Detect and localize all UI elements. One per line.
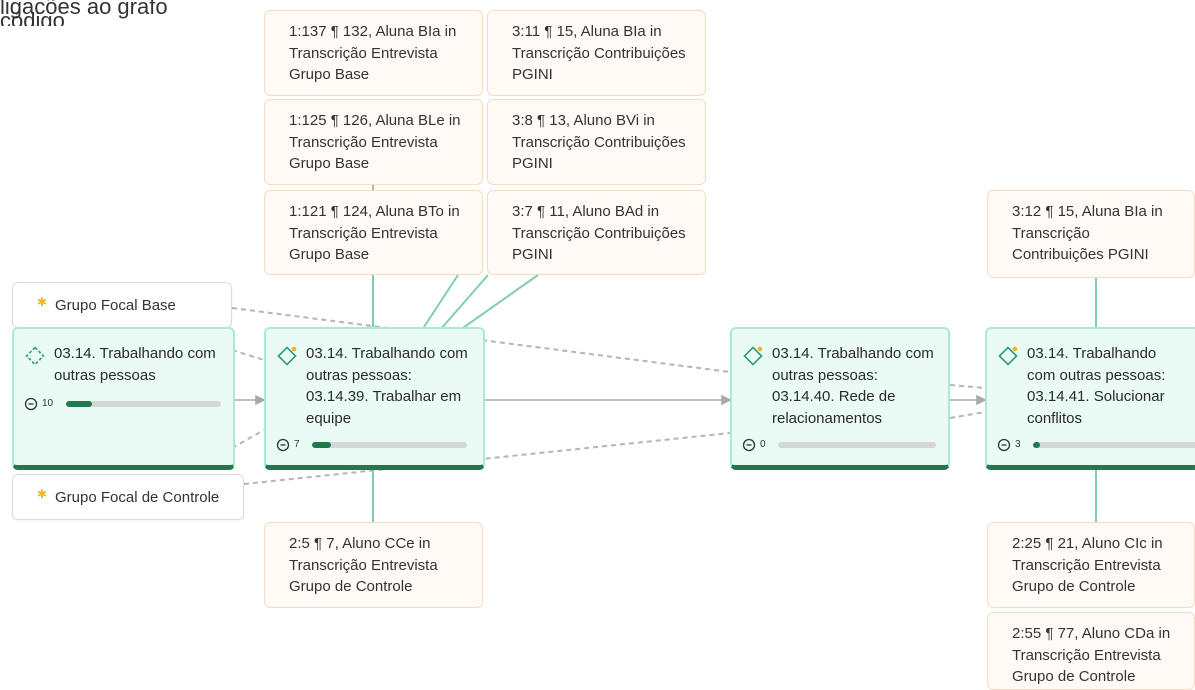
code-title: 03.14. Trabalhando com outras pessoas: 0… xyxy=(772,345,934,427)
quotation-node[interactable]: 1:125 ¶ 126, Aluna BLe in Transcrição En… xyxy=(264,99,483,185)
code-title: 03.14. Trabalhando com outras pessoas: 0… xyxy=(306,345,468,427)
quotation-node[interactable]: 2:5 ¶ 7, Aluno CCe in Transcrição Entrev… xyxy=(264,522,483,608)
star-icon: ✱ xyxy=(37,295,48,309)
code-node-solucionar-conflitos[interactable]: 03.14. Trabalhando com outras pessoas: 0… xyxy=(985,327,1195,470)
quotation-text: 1:125 ¶ 126, Aluna BLe in Transcrição En… xyxy=(289,112,461,172)
quotation-node[interactable]: 3:7 ¶ 11, Aluno BAd in Transcrição Contr… xyxy=(487,190,706,275)
code-title: 03.14. Trabalhando com outras pessoas xyxy=(54,345,216,384)
grounding-bar xyxy=(312,442,467,448)
quotation-text: 3:8 ¶ 13, Aluno BVi in Transcrição Contr… xyxy=(512,112,686,172)
dashed-diamond-icon xyxy=(25,346,45,366)
code-title: 03.14. Trabalhando com outras pessoas: 0… xyxy=(1027,345,1166,427)
quotation-text: 1:121 ¶ 124, Aluna BTo in Transcrição En… xyxy=(289,203,460,263)
quotation-node[interactable]: 3:11 ¶ 15, Aluna BIa in Transcrição Cont… xyxy=(487,10,706,96)
grounding-bar-fill xyxy=(312,442,331,448)
quotation-count: 0 xyxy=(760,439,766,450)
quotation-node[interactable]: 3:12 ¶ 15, Aluna BIa in Transcrição Cont… xyxy=(987,190,1195,278)
code-node-trabalhar-em-equipe[interactable]: 03.14. Trabalhando com outras pessoas: 0… xyxy=(264,327,485,470)
grounding-bar xyxy=(66,401,221,407)
quotation-text: 1:137 ¶ 132, Aluna BIa in Transcrição En… xyxy=(289,23,457,83)
diamond-star-icon xyxy=(998,346,1018,366)
quotation-count-icon xyxy=(24,397,38,411)
quotation-node[interactable]: 1:121 ¶ 124, Aluna BTo in Transcrição En… xyxy=(264,190,483,275)
grounding-bar-fill xyxy=(1033,442,1040,448)
quotation-count: 7 xyxy=(294,439,300,450)
quotation-count-icon xyxy=(997,438,1011,452)
cut-off-heading: ligacões ao grafo código xyxy=(0,0,168,26)
quotation-node[interactable]: 3:8 ¶ 13, Aluno BVi in Transcrição Contr… xyxy=(487,99,706,185)
document-group-node-base[interactable]: ✱ Grupo Focal Base xyxy=(12,282,232,328)
document-group-label: Grupo Focal Base xyxy=(55,296,176,314)
diamond-star-icon xyxy=(743,346,763,366)
diamond-star-icon xyxy=(277,346,297,366)
quotation-node[interactable]: 2:55 ¶ 77, Aluno CDa in Transcrição Entr… xyxy=(987,612,1195,690)
quotation-count-icon xyxy=(276,438,290,452)
code-node-rede-de-relacionamentos[interactable]: 03.14. Trabalhando com outras pessoas: 0… xyxy=(730,327,950,470)
quotation-text: 3:7 ¶ 11, Aluno BAd in Transcrição Contr… xyxy=(512,203,686,263)
grounding-bar-fill xyxy=(66,401,93,407)
code-node-parent[interactable]: 03.14. Trabalhando com outras pessoas 10 xyxy=(12,327,235,470)
quotation-text: 3:12 ¶ 15, Aluna BIa in Transcrição Cont… xyxy=(1012,203,1163,263)
document-group-node-controle[interactable]: ✱ Grupo Focal de Controle xyxy=(12,474,244,520)
quotation-count: 10 xyxy=(42,398,54,409)
quotation-node[interactable]: 2:25 ¶ 21, Aluno CIc in Transcrição Entr… xyxy=(987,522,1195,608)
quotation-text: 2:5 ¶ 7, Aluno CCe in Transcrição Entrev… xyxy=(289,535,438,595)
star-icon: ✱ xyxy=(37,487,48,501)
quotation-count-icon xyxy=(742,438,756,452)
quotation-text: 3:11 ¶ 15, Aluna BIa in Transcrição Cont… xyxy=(512,23,686,83)
quotation-text: 2:55 ¶ 77, Aluno CDa in Transcrição Entr… xyxy=(1012,625,1171,685)
quotation-node[interactable]: 1:137 ¶ 132, Aluna BIa in Transcrição En… xyxy=(264,10,483,96)
grounding-bar xyxy=(1033,442,1195,448)
quotation-text: 2:25 ¶ 21, Aluno CIc in Transcrição Entr… xyxy=(1012,535,1163,595)
grounding-bar xyxy=(778,442,936,448)
document-group-label: Grupo Focal de Controle xyxy=(55,488,220,506)
quotation-count: 3 xyxy=(1015,439,1021,450)
